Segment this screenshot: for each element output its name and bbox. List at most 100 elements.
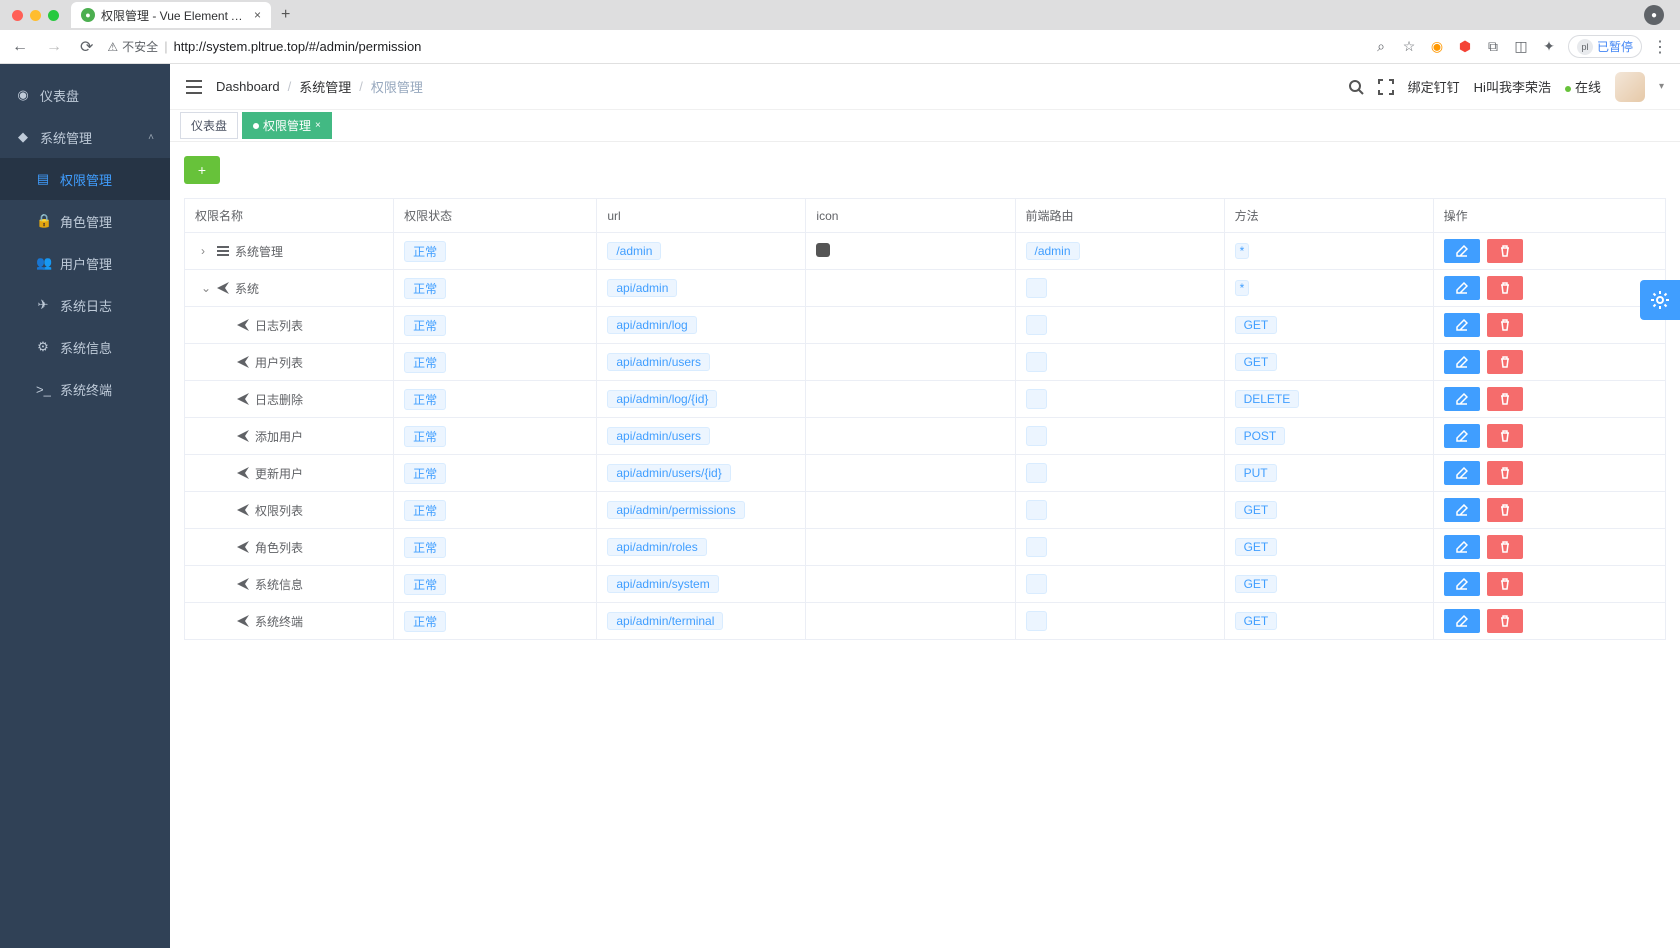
browser-urlbar: ← → ⟳ ⚠ 不安全 | http://system.pltrue.top/#… <box>0 30 1680 64</box>
sidebar-item-角色管理[interactable]: 🔒角色管理 <box>0 200 170 242</box>
avatar[interactable] <box>1615 72 1645 102</box>
edit-button[interactable] <box>1444 239 1480 263</box>
row-icon-chip <box>816 243 830 257</box>
window-close-button[interactable] <box>12 10 23 21</box>
edit-button[interactable] <box>1444 572 1480 596</box>
ext-icon-3[interactable]: ⧉ <box>1484 38 1502 56</box>
edit-button[interactable] <box>1444 609 1480 633</box>
edit-button[interactable] <box>1444 350 1480 374</box>
sidebar-item-用户管理[interactable]: 👥用户管理 <box>0 242 170 284</box>
method-tag: GET <box>1235 538 1278 556</box>
delete-button[interactable] <box>1487 239 1523 263</box>
tab-close-button[interactable]: × <box>254 8 261 22</box>
sidebar-item-系统终端[interactable]: >_系统终端 <box>0 368 170 410</box>
url-tag: api/admin/permissions <box>607 501 744 519</box>
edit-button[interactable] <box>1444 461 1480 485</box>
settings-drawer-button[interactable] <box>1640 280 1680 320</box>
chrome-profile-icon[interactable]: ● <box>1644 5 1664 25</box>
window-minimize-button[interactable] <box>30 10 41 21</box>
table-row: ⌄系统 正常 api/admin * <box>185 270 1666 307</box>
sidebar-item-权限管理[interactable]: ▤权限管理 <box>0 158 170 200</box>
th-action: 操作 <box>1433 199 1665 233</box>
delete-button[interactable] <box>1487 498 1523 522</box>
sidebar-item-label: 仪表盘 <box>40 86 79 105</box>
url-tag: api/admin <box>607 279 677 297</box>
sidebar-item-label: 权限管理 <box>60 170 112 189</box>
star-icon[interactable]: ☆ <box>1400 38 1418 56</box>
user-menu-chevron-icon[interactable]: ▾ <box>1659 81 1664 92</box>
edit-button[interactable] <box>1444 424 1480 448</box>
collapse-icon[interactable]: ⌄ <box>201 281 211 295</box>
gear-icon: ⚙ <box>36 339 50 355</box>
method-tag: * <box>1235 243 1250 259</box>
paper-plane-icon <box>237 356 249 368</box>
table-row: 日志删除 正常 api/admin/log/{id} DELETE <box>185 381 1666 418</box>
route-tag <box>1026 315 1047 335</box>
breadcrumb-item[interactable]: 系统管理 <box>299 77 351 96</box>
edit-button[interactable] <box>1444 498 1480 522</box>
url-text: http://system.pltrue.top/#/admin/permiss… <box>174 39 422 54</box>
online-status: 在线 <box>1565 77 1601 96</box>
edit-button[interactable] <box>1444 313 1480 337</box>
breadcrumb-item[interactable]: Dashboard <box>216 79 280 94</box>
sidebar-item-系统日志[interactable]: ✈系统日志 <box>0 284 170 326</box>
method-tag: PUT <box>1235 464 1277 482</box>
url-tag: api/admin/system <box>607 575 718 593</box>
route-tag <box>1026 574 1047 594</box>
tab-权限管理[interactable]: 权限管理× <box>242 112 332 139</box>
delete-button[interactable] <box>1487 424 1523 448</box>
bind-dingding-link[interactable]: 绑定钉钉 <box>1408 77 1460 96</box>
delete-button[interactable] <box>1487 535 1523 559</box>
table-row: 系统终端 正常 api/admin/terminal GET <box>185 603 1666 640</box>
paper-plane-icon: ✈ <box>36 297 50 313</box>
edit-button[interactable] <box>1444 276 1480 300</box>
sidebar-item-系统管理[interactable]: ◆系统管理˄ <box>0 116 170 158</box>
expand-icon[interactable]: › <box>201 244 211 258</box>
back-button[interactable]: ← <box>8 38 32 56</box>
tab-仪表盘[interactable]: 仪表盘 <box>180 112 238 139</box>
key-icon[interactable]: ⌕ <box>1372 38 1390 56</box>
route-tag <box>1026 537 1047 557</box>
table-row: 权限列表 正常 api/admin/permissions GET <box>185 492 1666 529</box>
reload-button[interactable]: ⟳ <box>76 37 97 57</box>
row-name: 系统终端 <box>255 613 303 630</box>
address-bar[interactable]: ⚠ 不安全 | http://system.pltrue.top/#/admin… <box>107 38 1362 55</box>
browser-tab[interactable]: ● 权限管理 - Vue Element Admin × <box>71 2 271 28</box>
delete-button[interactable] <box>1487 461 1523 485</box>
new-tab-button[interactable]: + <box>281 6 290 24</box>
fullscreen-icon[interactable] <box>1378 79 1394 95</box>
method-tag: GET <box>1235 316 1278 334</box>
ext-icon-1[interactable]: ◉ <box>1428 38 1446 56</box>
delete-button[interactable] <box>1487 276 1523 300</box>
extensions-icon[interactable]: ✦ <box>1540 38 1558 56</box>
row-name: 更新用户 <box>255 465 303 482</box>
forward-button[interactable]: → <box>42 38 66 56</box>
tab-close-icon[interactable]: × <box>315 120 321 131</box>
chrome-menu-button[interactable]: ⋮ <box>1652 37 1668 57</box>
delete-button[interactable] <box>1487 572 1523 596</box>
sidebar-item-仪表盘[interactable]: ◉仪表盘 <box>0 74 170 116</box>
ext-icon-2[interactable]: ⬢ <box>1456 38 1474 56</box>
method-tag: DELETE <box>1235 390 1300 408</box>
status-tag: 正常 <box>404 315 446 336</box>
method-tag: POST <box>1235 427 1286 445</box>
not-secure-badge[interactable]: ⚠ 不安全 <box>107 38 158 55</box>
toggle-sidebar-button[interactable] <box>186 80 202 94</box>
ext-icon-4[interactable]: ◫ <box>1512 38 1530 56</box>
delete-button[interactable] <box>1487 387 1523 411</box>
edit-button[interactable] <box>1444 535 1480 559</box>
edit-button[interactable] <box>1444 387 1480 411</box>
delete-button[interactable] <box>1487 609 1523 633</box>
chrome-pause-badge[interactable]: pl 已暂停 <box>1568 35 1642 58</box>
status-tag: 正常 <box>404 241 446 262</box>
delete-button[interactable] <box>1487 313 1523 337</box>
delete-button[interactable] <box>1487 350 1523 374</box>
status-tag: 正常 <box>404 500 446 521</box>
favicon-icon: ● <box>81 8 95 22</box>
status-tag: 正常 <box>404 537 446 558</box>
sidebar-item-系统信息[interactable]: ⚙系统信息 <box>0 326 170 368</box>
add-permission-button[interactable]: + <box>184 156 220 184</box>
search-icon[interactable] <box>1348 79 1364 95</box>
route-tag <box>1026 463 1047 483</box>
window-maximize-button[interactable] <box>48 10 59 21</box>
